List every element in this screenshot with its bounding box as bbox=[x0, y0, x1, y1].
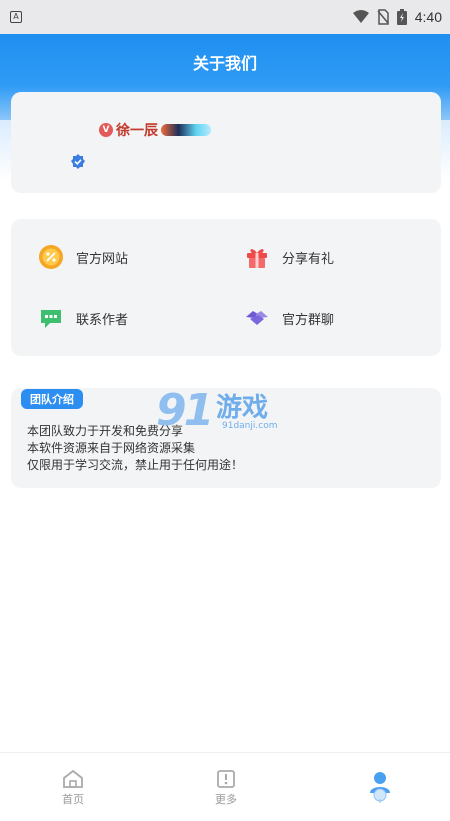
status-bar: A 4:40 bbox=[0, 0, 450, 34]
menu-label: 官方群聊 bbox=[282, 312, 335, 328]
tab-label: 首页 bbox=[62, 793, 84, 806]
watermark-text: 游戏 bbox=[216, 393, 269, 423]
more-icon bbox=[217, 770, 235, 788]
name-decoration-banner bbox=[161, 124, 211, 136]
team-intro-line: 仅限用于学习交流，禁止用于任何用途！ bbox=[27, 458, 244, 472]
watermark-number: 91 bbox=[156, 385, 214, 436]
percent-coin-icon bbox=[39, 245, 63, 269]
vip-badge: V bbox=[99, 123, 113, 137]
profile-card[interactable]: V 徐一辰 bbox=[11, 92, 441, 193]
menu-item-official-group[interactable]: 官方群聊 bbox=[244, 304, 334, 332]
home-icon bbox=[63, 769, 83, 788]
no-sim-icon bbox=[377, 9, 389, 25]
tab-profile[interactable] bbox=[350, 769, 410, 805]
handshake-icon bbox=[246, 311, 268, 325]
menu-label: 官方网站 bbox=[76, 251, 129, 267]
status-icons: 4:40 bbox=[352, 7, 442, 27]
profile-icon bbox=[370, 772, 390, 803]
tab-home[interactable]: 首页 bbox=[43, 769, 103, 807]
team-intro-line: 本软件资源来自于网络资源采集 bbox=[27, 441, 196, 455]
username-row: V 徐一辰 bbox=[99, 120, 211, 140]
status-time: 4:40 bbox=[414, 9, 442, 25]
team-intro-tag: 团队介绍 bbox=[21, 389, 83, 409]
username: 徐一辰 bbox=[116, 123, 158, 139]
page-title: 关于我们 bbox=[192, 54, 257, 73]
chat-bubble-icon bbox=[41, 310, 61, 328]
menu-item-official-website[interactable]: 官方网站 bbox=[38, 243, 128, 271]
verified-badge-icon bbox=[71, 154, 85, 169]
gift-icon bbox=[247, 249, 267, 268]
notification-a-icon: A bbox=[10, 11, 22, 23]
site-watermark: 91 游戏 91danji.com bbox=[156, 385, 296, 436]
wifi-icon bbox=[352, 10, 369, 23]
menu-label: 分享有礼 bbox=[282, 251, 335, 267]
bottom-tab-bar: 首页 更多 bbox=[0, 752, 450, 821]
tab-label: 更多 bbox=[215, 793, 237, 806]
menu-item-contact-author[interactable]: 联系作者 bbox=[38, 304, 128, 332]
menu-item-share-gift[interactable]: 分享有礼 bbox=[244, 243, 334, 271]
watermark-url: 91danji.com bbox=[222, 421, 278, 431]
menu-card: 官方网站 分享有礼 联系作者 官方群聊 bbox=[11, 219, 441, 356]
menu-label: 联系作者 bbox=[76, 312, 129, 328]
tab-more[interactable]: 更多 bbox=[196, 769, 256, 807]
battery-charging-icon bbox=[396, 9, 407, 25]
